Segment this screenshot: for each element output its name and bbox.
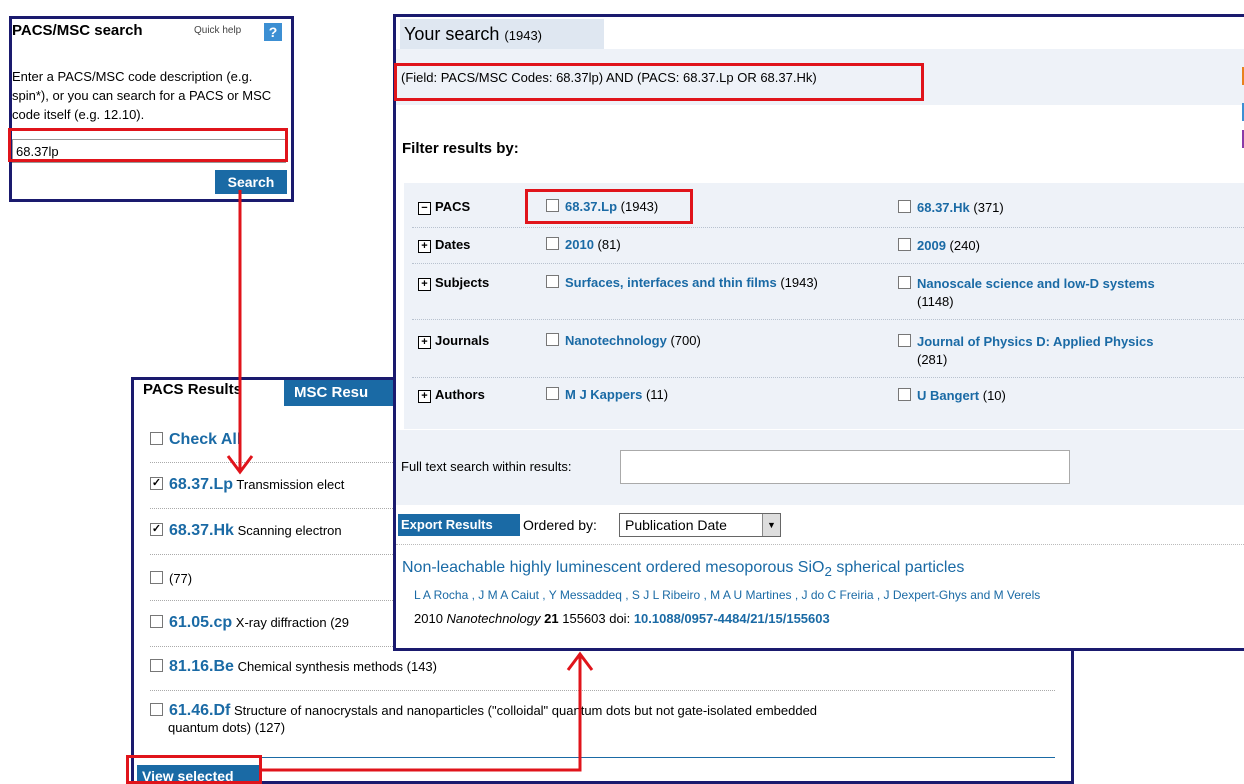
filter-label[interactable]: + Subjects — [418, 275, 489, 291]
your-search-panel: Your search (1943) (Field: PACS/MSC Code… — [393, 14, 1244, 651]
highlight-query — [394, 63, 924, 101]
list-item: 68.37.Lp Transmission elect — [150, 476, 344, 494]
expand-icon[interactable]: + — [418, 278, 431, 291]
result-citation: 2010 Nanotechnology 21 155603 doi: 10.10… — [414, 611, 830, 626]
list-item: 61.46.Df Structure of nanocrystals and n… — [150, 702, 1050, 735]
filter-option[interactable]: 2010 (81) — [546, 237, 896, 252]
divider — [150, 690, 1055, 691]
highlight-view-selected — [126, 755, 262, 784]
pacs-description: X-ray diffraction (29 — [235, 615, 349, 630]
your-search-title: Your search — [404, 24, 500, 44]
pacs-description: Scanning electron — [237, 523, 342, 538]
expand-icon[interactable]: + — [418, 390, 431, 403]
expand-icon[interactable]: + — [418, 240, 431, 253]
list-item: 68.37.Hk Scanning electron — [150, 522, 342, 540]
filter-option[interactable]: 2009 (240) — [898, 237, 1238, 255]
highlight-pacs-filter — [525, 189, 693, 224]
item-checkbox[interactable] — [150, 615, 163, 628]
item-checkbox[interactable] — [150, 571, 163, 584]
pacs-code-link[interactable]: 68.37.Lp — [169, 476, 233, 493]
export-results-button[interactable]: Export Results — [398, 514, 520, 536]
filter-option[interactable]: Journal of Physics D: Applied Physics (28… — [898, 333, 1238, 369]
check-all-row[interactable]: Check All — [150, 431, 241, 449]
filter-option[interactable]: 68.37.Hk (371) — [898, 199, 1238, 217]
pacs-description-cont: quantum dots) (127) — [168, 720, 286, 735]
doi-link[interactable]: 10.1088/0957-4484/21/15/155603 — [634, 611, 830, 626]
your-search-count: (1943) — [504, 28, 542, 43]
result-item: Non-leachable highly luminescent ordered… — [396, 544, 1244, 648]
check-all-checkbox[interactable] — [150, 432, 163, 445]
tab-pacs-results[interactable]: PACS Results — [143, 381, 242, 398]
item-checkbox[interactable] — [150, 477, 163, 490]
order-select[interactable]: Publication Date ▼ — [619, 513, 781, 537]
filter-label[interactable]: + Dates — [418, 237, 470, 253]
fulltext-label: Full text search within results: — [401, 459, 572, 474]
pacs-code-link[interactable]: 81.16.Be — [169, 658, 234, 675]
pacs-description: Chemical synthesis methods (143) — [237, 659, 437, 674]
filter-option[interactable]: M J Kappers (11) — [546, 387, 896, 402]
pacs-search-description: Enter a PACS/MSC code description (e.g. … — [12, 69, 272, 122]
item-checkbox[interactable] — [150, 703, 163, 716]
search-button[interactable]: Search — [215, 170, 287, 194]
filter-label[interactable]: + Authors — [418, 387, 485, 403]
item-checkbox[interactable] — [150, 659, 163, 672]
pacs-description: Structure of nanocrystals and nanopartic… — [234, 703, 818, 718]
pacs-code-link[interactable]: 61.05.cp — [169, 614, 232, 631]
divider — [412, 227, 1244, 228]
fulltext-search-bar: Full text search within results: — [396, 430, 1244, 505]
filter-option[interactable]: Nanoscale science and low-D systems (1148… — [898, 275, 1238, 311]
filter-label[interactable]: − PACS — [418, 199, 470, 215]
pacs-search-title: PACS/MSC search — [12, 22, 143, 39]
help-icon[interactable]: ? — [264, 23, 282, 41]
pacs-description: Transmission elect — [236, 477, 345, 492]
filter-heading: Filter results by: — [402, 140, 519, 157]
list-item: 61.05.cp X-ray diffraction (29 — [150, 614, 349, 632]
divider — [150, 757, 1055, 758]
list-item: (77) — [150, 571, 192, 586]
collapse-icon[interactable]: − — [418, 202, 431, 215]
item-checkbox[interactable] — [150, 523, 163, 536]
your-search-header: Your search (1943) — [400, 19, 604, 49]
chevron-down-icon[interactable]: ▼ — [762, 514, 780, 536]
filter-option[interactable]: Nanotechnology (700) — [546, 333, 896, 348]
ordered-by-label: Ordered by: — [523, 517, 597, 533]
pacs-code-link[interactable]: 68.37.Hk — [169, 522, 234, 539]
highlight-search-input — [8, 128, 288, 162]
expand-icon[interactable]: + — [418, 336, 431, 349]
filter-option[interactable]: U Bangert (10) — [898, 387, 1238, 405]
list-item: 81.16.Be Chemical synthesis methods (143… — [150, 658, 437, 676]
result-authors[interactable]: L A Rocha , J M A Caiut , Y Messaddeq , … — [414, 588, 1040, 602]
quick-help-link[interactable]: Quick help — [194, 25, 241, 36]
pacs-code-link[interactable]: 61.46.Df — [169, 702, 230, 719]
divider — [412, 319, 1244, 320]
divider — [412, 377, 1244, 378]
result-title-link[interactable]: Non-leachable highly luminescent ordered… — [402, 559, 964, 579]
divider — [412, 263, 1244, 264]
fulltext-search-input[interactable] — [620, 450, 1070, 484]
check-all-label[interactable]: Check All — [169, 431, 241, 448]
filter-option[interactable]: Surfaces, interfaces and thin films (194… — [546, 275, 896, 290]
pacs-search-panel: PACS/MSC search Quick help ? Enter a PAC… — [9, 16, 294, 202]
pacs-description: (77) — [169, 571, 193, 586]
filter-label[interactable]: + Journals — [418, 333, 489, 349]
